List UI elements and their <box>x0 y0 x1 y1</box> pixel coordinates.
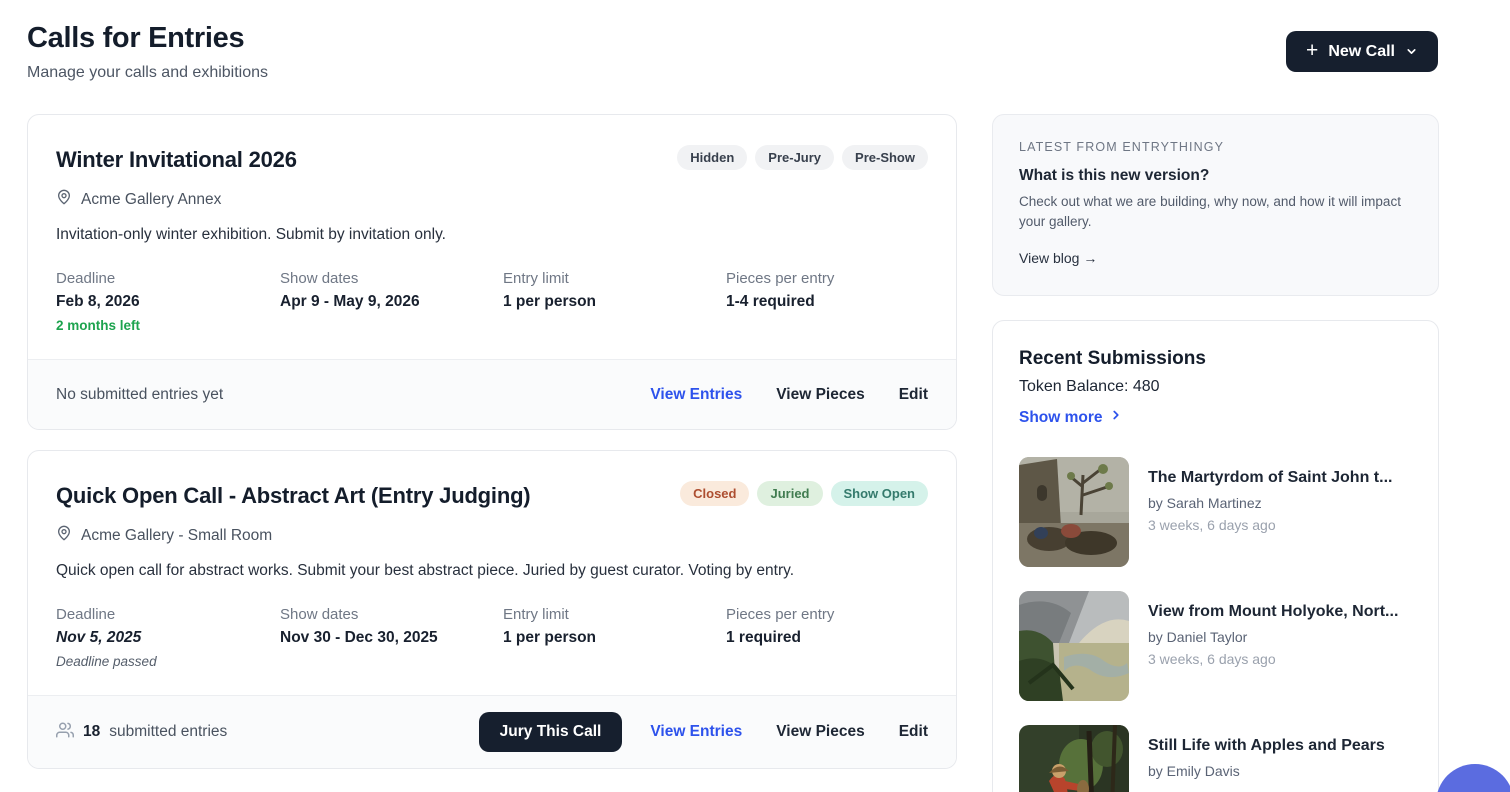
status-badge-show-open: Show Open <box>831 481 929 506</box>
new-call-button[interactable]: + New Call <box>1286 31 1438 72</box>
chevron-right-icon <box>1109 408 1123 427</box>
submission-artist: by Sarah Martinez <box>1148 495 1392 511</box>
call-title: Quick Open Call - Abstract Art (Entry Ju… <box>56 479 530 509</box>
call-details: Deadline Nov 5, 2025 Deadline passed Sho… <box>56 606 928 669</box>
status-badge-closed: Closed <box>680 481 749 506</box>
detail-pieces-per-entry: Pieces per entry 1 required <box>726 606 928 669</box>
edit-link[interactable]: Edit <box>899 386 928 404</box>
submission-artist: by Emily Davis <box>1148 763 1385 779</box>
detail-entry-limit: Entry limit 1 per person <box>503 606 726 669</box>
call-badges: Closed Juried Show Open <box>680 479 928 506</box>
token-balance: Token Balance: 480 <box>1019 378 1412 396</box>
blog-body: Check out what we are building, why now,… <box>1019 192 1412 231</box>
blog-eyebrow: LATEST FROM ENTRYTHINGY <box>1019 140 1412 154</box>
submission-artist: by Daniel Taylor <box>1148 629 1398 645</box>
page-title: Calls for Entries <box>27 22 268 55</box>
view-entries-link[interactable]: View Entries <box>650 386 742 404</box>
submission-thumbnail-mount-holyoke[interactable] <box>1019 591 1129 701</box>
entries-count: 18 submitted entries <box>56 721 227 744</box>
call-badges: Hidden Pre-Jury Pre-Show <box>677 143 928 170</box>
call-details: Deadline Feb 8, 2026 2 months left Show … <box>56 270 928 333</box>
show-more-link[interactable]: Show more <box>1019 408 1123 427</box>
map-pin-icon <box>56 525 72 546</box>
call-footer: No submitted entries yet View Entries Vi… <box>28 359 956 429</box>
status-badge-pre-jury: Pre-Jury <box>755 145 834 170</box>
view-blog-link[interactable]: View blog → <box>1019 250 1097 266</box>
map-pin-icon <box>56 189 72 210</box>
call-description: Invitation-only winter exhibition. Submi… <box>56 226 928 244</box>
blog-card: LATEST FROM ENTRYTHINGY What is this new… <box>992 114 1439 296</box>
view-pieces-link[interactable]: View Pieces <box>776 723 864 741</box>
blog-heading: What is this new version? <box>1019 167 1412 185</box>
new-call-label: New Call <box>1328 43 1395 61</box>
view-entries-link[interactable]: View Entries <box>650 723 742 741</box>
detail-deadline: Deadline Feb 8, 2026 2 months left <box>56 270 280 333</box>
detail-pieces-per-entry: Pieces per entry 1-4 required <box>726 270 928 333</box>
call-location: Acme Gallery Annex <box>81 191 221 209</box>
submission-title[interactable]: View from Mount Holyoke, Nort... <box>1148 603 1398 621</box>
deadline-passed-note: Deadline passed <box>56 654 280 669</box>
detail-show-dates: Show dates Apr 9 - May 9, 2026 <box>280 270 503 333</box>
submission-time: 3 weeks, 6 days ago <box>1148 651 1398 667</box>
detail-entry-limit: Entry limit 1 per person <box>503 270 726 333</box>
detail-show-dates: Show dates Nov 30 - Dec 30, 2025 <box>280 606 503 669</box>
submission-item: View from Mount Holyoke, Nort... by Dani… <box>1019 591 1412 701</box>
call-title: Winter Invitational 2026 <box>56 143 297 173</box>
recent-submissions-card: Recent Submissions Token Balance: 480 Sh… <box>992 320 1439 792</box>
chevron-down-icon <box>1405 45 1418 58</box>
detail-deadline: Deadline Nov 5, 2025 Deadline passed <box>56 606 280 669</box>
page-title-block: Calls for Entries Manage your calls and … <box>27 22 268 82</box>
status-badge-juried: Juried <box>757 481 822 506</box>
submission-time: 3 weeks, 6 days ago <box>1148 517 1392 533</box>
call-footer: 18 submitted entries Jury This Call View… <box>28 695 956 768</box>
submission-title[interactable]: The Martyrdom of Saint John t... <box>1148 469 1392 487</box>
status-badge-pre-show: Pre-Show <box>842 145 928 170</box>
call-card-quick-open-call: Quick Open Call - Abstract Art (Entry Ju… <box>27 450 957 769</box>
view-pieces-link[interactable]: View Pieces <box>776 386 864 404</box>
submission-item: Still Life with Apples and Pears by Emil… <box>1019 725 1412 792</box>
submission-thumbnail-still-life[interactable] <box>1019 725 1129 792</box>
calls-for-entries-page: Calls for Entries Manage your calls and … <box>0 0 1510 792</box>
deadline-countdown: 2 months left <box>56 318 280 333</box>
jury-this-call-button[interactable]: Jury This Call <box>479 712 623 752</box>
submission-title[interactable]: Still Life with Apples and Pears <box>1148 737 1385 755</box>
entries-status: No submitted entries yet <box>56 386 223 404</box>
page-subtitle: Manage your calls and exhibitions <box>27 64 268 82</box>
call-description: Quick open call for abstract works. Subm… <box>56 562 928 580</box>
recent-submissions-title: Recent Submissions <box>1019 348 1412 370</box>
edit-link[interactable]: Edit <box>899 723 928 741</box>
call-card-winter-invitational: Winter Invitational 2026 Hidden Pre-Jury… <box>27 114 957 430</box>
call-location: Acme Gallery - Small Room <box>81 527 272 545</box>
page-header: Calls for Entries Manage your calls and … <box>27 22 1438 82</box>
plus-icon: + <box>1306 40 1318 61</box>
submission-item: The Martyrdom of Saint John t... by Sara… <box>1019 457 1412 567</box>
submissions-list: The Martyrdom of Saint John t... by Sara… <box>1019 457 1412 792</box>
sidebar: LATEST FROM ENTRYTHINGY What is this new… <box>992 114 1439 792</box>
status-badge-hidden: Hidden <box>677 145 747 170</box>
calls-list: Winter Invitational 2026 Hidden Pre-Jury… <box>27 114 957 789</box>
users-icon <box>56 721 74 744</box>
submission-thumbnail-martyrdom[interactable] <box>1019 457 1129 567</box>
